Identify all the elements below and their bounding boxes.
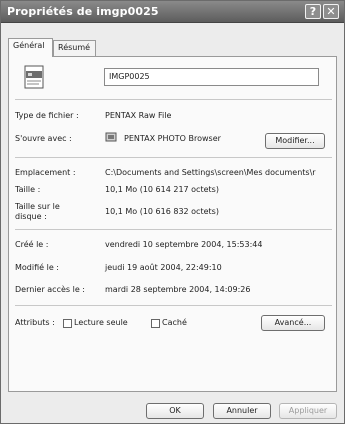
change-button[interactable]: Modifier...: [265, 133, 325, 149]
hidden-label: Caché: [162, 318, 187, 327]
general-panel: [8, 56, 337, 392]
modified-label: Modifié le :: [15, 263, 59, 272]
tab-summary[interactable]: Résumé: [53, 40, 96, 56]
type-value: PENTAX Raw File: [105, 111, 172, 120]
modified-value: jeudi 19 août 2004, 22:49:10: [105, 263, 222, 272]
accessed-label: Dernier accès le :: [15, 285, 85, 294]
cancel-button[interactable]: Annuler: [213, 403, 271, 419]
disk-size-value: 10,1 Mo (10 616 832 octets): [105, 207, 219, 216]
close-button[interactable]: ✕: [323, 4, 339, 19]
tab-general[interactable]: Général: [8, 38, 53, 57]
location-value: C:\Documents and Settings\screen\Mes doc…: [105, 168, 316, 177]
divider: [15, 305, 332, 306]
window-title: Propriétés de imgp0025: [7, 5, 159, 18]
created-value: vendredi 10 septembre 2004, 15:53:44: [105, 240, 263, 249]
help-button[interactable]: ?: [305, 4, 321, 19]
divider: [15, 157, 332, 158]
properties-dialog: Propriétés de imgp0025 ? ✕ Général Résum…: [0, 0, 345, 424]
accessed-value: mardi 28 septembre 2004, 14:09:26: [105, 285, 251, 294]
apply-button[interactable]: Appliquer: [279, 403, 337, 419]
divider: [15, 99, 332, 100]
raw-file-icon: [24, 65, 44, 89]
open-with-value: PENTAX PHOTO Browser: [124, 134, 221, 143]
ok-button[interactable]: OK: [146, 403, 204, 419]
app-icon: [105, 132, 117, 142]
created-label: Créé le :: [15, 240, 49, 249]
file-name-input[interactable]: IMGP0025: [104, 68, 319, 86]
readonly-checkbox[interactable]: [63, 319, 72, 328]
advanced-button[interactable]: Avancé...: [261, 315, 325, 331]
disk-size-label-line2: disque :: [15, 212, 47, 221]
location-label: Emplacement :: [15, 168, 76, 177]
open-with-label: S'ouvre avec :: [15, 134, 72, 143]
divider: [15, 229, 332, 230]
hidden-checkbox[interactable]: [151, 319, 160, 328]
type-label: Type de fichier :: [15, 111, 79, 120]
attributes-label: Attributs :: [15, 318, 55, 327]
size-value: 10,1 Mo (10 614 217 octets): [105, 185, 219, 194]
size-label: Taille :: [15, 185, 41, 194]
readonly-label: Lecture seule: [74, 318, 128, 327]
title-bar: Propriétés de imgp0025 ? ✕: [1, 1, 344, 23]
disk-size-label-line1: Taille sur le: [15, 202, 60, 211]
